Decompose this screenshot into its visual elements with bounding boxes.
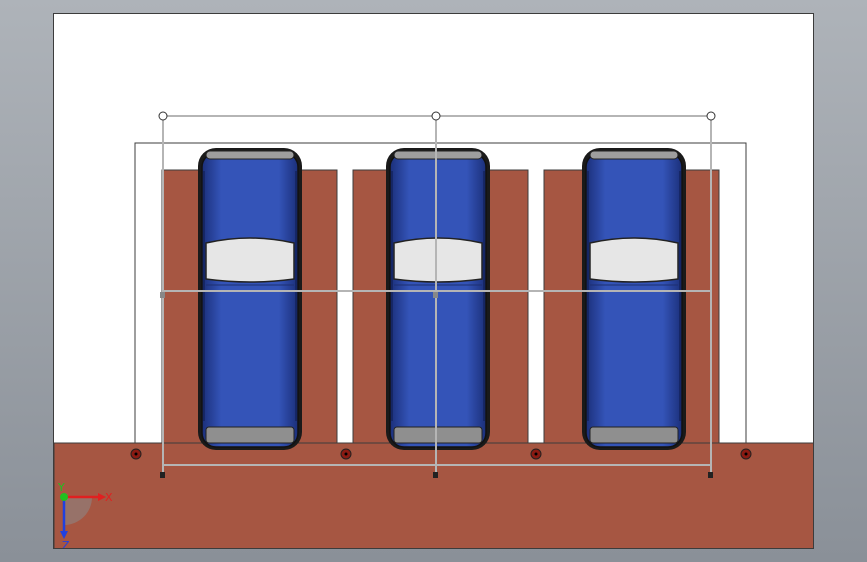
sketch-point[interactable] [433,292,438,298]
bolt[interactable] [130,448,142,460]
car-3[interactable] [581,147,687,451]
sketch-point[interactable] [433,472,438,478]
sketch-point[interactable] [431,111,441,121]
sketch-point[interactable] [160,292,165,298]
sketch-point[interactable] [706,111,716,121]
bolt[interactable] [340,448,352,460]
sketch-point[interactable] [160,472,165,478]
triad-y-label: Y [57,481,65,494]
car-2[interactable] [385,147,491,451]
graphics-viewport[interactable]: X Y Z [53,13,814,549]
sketch-point[interactable] [708,472,713,478]
bolt[interactable] [530,448,542,460]
triad-z-label: Z [62,539,70,549]
bolt[interactable] [740,448,752,460]
triad-x-label: X [105,491,113,504]
floor-slab [54,442,813,548]
car-1[interactable] [197,147,303,451]
sketch-point[interactable] [158,111,168,121]
